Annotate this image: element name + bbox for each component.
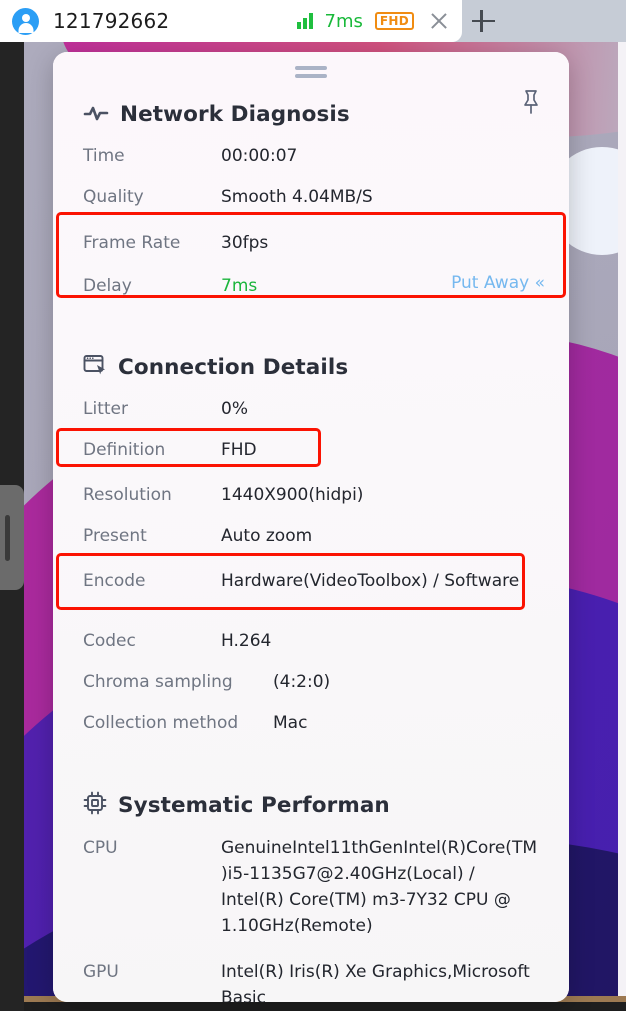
- row-label: CPU: [83, 838, 118, 858]
- row-definition: Definition FHD: [53, 437, 569, 478]
- row-gpu: GPU Intel(R) Iris(R) Xe Graphics,Microso…: [53, 959, 569, 1002]
- row-codec: Codec H.264: [53, 628, 569, 669]
- row-label: Litter: [83, 399, 128, 419]
- network-diagnosis-header: Network Diagnosis: [53, 102, 569, 127]
- row-value: 30fps: [221, 233, 269, 253]
- row-value: (4:2:0): [273, 672, 331, 692]
- row-delay: Delay 7ms Put Away «: [53, 273, 569, 314]
- screen: Network Diagnosis Time 00:00:07 Quality …: [0, 0, 626, 1011]
- row-value: 0%: [221, 399, 248, 419]
- row-resolution: Resolution 1440X900(hidpi): [53, 482, 569, 523]
- systematic-performance-header: Systematic Performan: [53, 791, 569, 819]
- row-value: 7ms: [221, 276, 258, 296]
- row-label: Present: [83, 526, 147, 546]
- plus-icon[interactable]: [470, 8, 496, 34]
- row-label: GPU: [83, 962, 119, 982]
- network-diagnosis-panel: Network Diagnosis Time 00:00:07 Quality …: [53, 52, 569, 1002]
- row-value: 1440X900(hidpi): [221, 485, 364, 505]
- row-label: Definition: [83, 440, 166, 460]
- latency-label: 7ms: [324, 10, 363, 32]
- top-toolbar: 121792662 7ms FHD: [0, 0, 626, 42]
- row-value: Mac: [273, 713, 308, 733]
- quality-badge[interactable]: FHD: [374, 11, 414, 31]
- row-value: GenuineIntel11thGenIntel(R)Core(TM)i5-11…: [221, 838, 537, 936]
- row-label: Collection method: [83, 713, 239, 733]
- row-label: Quality: [83, 187, 144, 207]
- row-litter: Litter 0%: [53, 396, 569, 437]
- connection-details-header: Connection Details: [53, 354, 569, 380]
- pin-icon[interactable]: [519, 88, 543, 120]
- user-avatar-icon: [12, 7, 39, 35]
- row-value: Intel(R) Iris(R) Xe Graphics,Microsoft B…: [221, 962, 530, 1002]
- activity-pulse-icon: [83, 103, 109, 127]
- signal-bars-icon: [296, 13, 313, 29]
- row-label: Chroma sampling: [83, 672, 233, 692]
- row-quality: Quality Smooth 4.04MB/S: [53, 184, 569, 225]
- row-value: Auto zoom: [221, 526, 313, 546]
- connection-details-title: Connection Details: [118, 354, 349, 380]
- put-away-link[interactable]: Put Away «: [443, 273, 545, 293]
- row-time: Time 00:00:07: [53, 143, 569, 184]
- row-collection-method: Collection method Mac: [53, 710, 569, 751]
- row-value: 00:00:07: [221, 146, 298, 166]
- systematic-performance-title: Systematic Performan: [118, 792, 390, 818]
- session-tab[interactable]: 121792662 7ms FHD: [0, 0, 462, 42]
- row-encode: Encode Hardware(VideoToolbox) / Software: [53, 568, 569, 626]
- drag-handle-icon[interactable]: [295, 66, 327, 82]
- connection-details-rows: Litter 0% Definition FHD Resolution 1440…: [53, 396, 569, 751]
- row-frame-rate: Frame Rate 30fps: [53, 230, 569, 271]
- row-chroma-sampling: Chroma sampling (4:2:0): [53, 669, 569, 710]
- row-label: Resolution: [83, 485, 172, 505]
- row-value: Hardware(VideoToolbox) / Software: [221, 571, 520, 591]
- session-id-label: 121792662: [53, 9, 170, 33]
- row-value: Smooth 4.04MB/S: [221, 187, 373, 207]
- row-cpu: CPU GenuineIntel11thGenIntel(R)Core(TM)i…: [53, 835, 569, 955]
- row-label: Frame Rate: [83, 233, 181, 253]
- wallpaper-right-strip: [618, 42, 626, 1002]
- cpu-chip-icon: [83, 791, 107, 819]
- sidebar-drag-handle-icon[interactable]: [0, 485, 24, 590]
- close-icon[interactable]: [426, 8, 452, 34]
- row-label: Encode: [83, 571, 146, 591]
- row-label: Time: [83, 146, 125, 166]
- row-label: Codec: [83, 631, 136, 651]
- left-rail: [0, 42, 24, 1011]
- window-cursor-icon: [83, 354, 107, 380]
- systematic-performance-rows: CPU GenuineIntel11thGenIntel(R)Core(TM)i…: [53, 835, 569, 1002]
- network-diagnosis-title: Network Diagnosis: [120, 102, 350, 127]
- row-value: H.264: [221, 631, 272, 651]
- row-label: Delay: [83, 276, 132, 296]
- row-value: FHD: [221, 440, 257, 460]
- row-present: Present Auto zoom: [53, 523, 569, 564]
- network-diagnosis-rows: Time 00:00:07 Quality Smooth 4.04MB/S Fr…: [53, 143, 569, 314]
